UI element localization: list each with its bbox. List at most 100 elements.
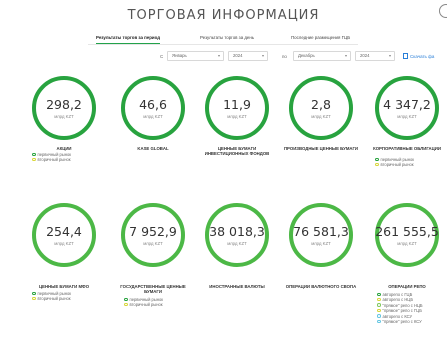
stat-caption: ГОСУДАРСТВЕННЫЕ ЦЕННЫЕ БУМАГИ: [120, 284, 186, 295]
legend-label: первичный рынок: [380, 157, 415, 162]
legend-label: вторичный рынок: [37, 296, 71, 302]
to-label: по: [282, 54, 287, 59]
stat-unit: млрд KZT: [227, 114, 247, 119]
stat-caption: ЦЕННЫЕ БУМАГИ МФО: [38, 284, 90, 289]
legend-label: "прямое" репо с ГЦБ: [382, 308, 422, 314]
chevron-down-icon: ▾: [217, 53, 220, 58]
legend-label: первичный рынок: [37, 291, 72, 296]
stat-ring-corporate-bonds[interactable]: 4 347,2 млрд KZT: [375, 76, 439, 140]
from-year-select[interactable]: 2024 ▾: [228, 51, 268, 61]
circle-icon: [32, 152, 36, 156]
stat-unit: млрд KZT: [227, 241, 247, 246]
to-month-value: Декабрь: [298, 53, 315, 58]
stat-ring-government-securities[interactable]: 7 952,9 млрд KZT: [121, 203, 185, 267]
stat-value: 261 555,5: [375, 224, 439, 239]
download-label: Скачать фа: [410, 54, 435, 59]
chevron-down-icon: ▾: [261, 53, 264, 58]
legend-label: вторичный рынок: [380, 162, 414, 168]
circle-icon: [377, 308, 381, 313]
circle-icon: [124, 302, 128, 307]
stat-value: 7 952,9: [129, 224, 177, 239]
legend-item[interactable]: вторичный рынок: [124, 302, 163, 307]
stat-unit: млрд KZT: [143, 114, 163, 119]
legend-label: вторичный рынок: [37, 157, 71, 163]
from-month-select[interactable]: Январь ▾: [167, 51, 224, 61]
page-title: ТОРГОВАЯ ИНФОРМАЦИЯ: [127, 8, 320, 23]
circle-icon: [32, 296, 36, 301]
legend-label: авторепо с НЦБ: [382, 297, 414, 303]
to-month-select[interactable]: Декабрь ▾: [293, 51, 351, 61]
legend-item[interactable]: вторичный рынок: [375, 162, 414, 167]
tab-period-results[interactable]: Результаты торгов за период: [96, 34, 161, 44]
tab-bar: Результаты торгов за период Результаты т…: [88, 34, 358, 48]
stat-caption: ИНОСТРАННЫЕ ВАЛЮТЫ: [209, 284, 265, 289]
stat-ring-kase-global[interactable]: 46,6 млрд KZT: [121, 76, 185, 140]
stat-caption: АКЦИИ: [56, 146, 72, 151]
stat-value: 4 347,2: [383, 97, 431, 112]
circle-icon: [375, 162, 379, 167]
legend-label: авторепо с КСУ: [382, 313, 413, 319]
circle-icon: [124, 297, 128, 301]
circle-icon: [377, 319, 381, 324]
stat-caption: ПРОИЗВОДНЫЕ ЦЕННЫЕ БУМАГИ: [283, 146, 359, 151]
stat-value: 254,4: [46, 224, 82, 239]
legend-item[interactable]: вторичный рынок: [32, 157, 71, 162]
stat-caption: KASE GLOBAL: [137, 146, 169, 151]
circle-icon: [32, 157, 36, 162]
circle-icon: [32, 291, 36, 295]
circle-icon: [375, 157, 379, 161]
header: ТОРГОВАЯ ИНФОРМАЦИЯ: [0, 0, 447, 36]
stat-caption: ОПЕРАЦИИ ВАЛЮТНОГО СВОПА: [285, 284, 357, 289]
stat-unit: млрд KZT: [143, 241, 163, 246]
stat-value: 46,6: [139, 97, 167, 112]
stat-ring-currency-swap[interactable]: 76 581,3 млрд KZT: [289, 203, 353, 267]
stat-ring-shares[interactable]: 298,2 млрд KZT: [32, 76, 96, 140]
stat-unit: млрд KZT: [54, 241, 74, 246]
stat-ring-foreign-currencies[interactable]: 38 018,3 млрд KZT: [205, 203, 269, 267]
stat-value: 38 018,3: [209, 224, 265, 239]
stat-ring-mfo-securities[interactable]: 254,4 млрд KZT: [32, 203, 96, 267]
period-filter: С Январь ▾ 2024 ▾ по Декабрь ▾ 2024 ▾ Ск…: [0, 51, 447, 65]
legend-label: первичный рынок: [129, 297, 164, 302]
circle-icon: [377, 292, 381, 296]
tab-day-results[interactable]: Результаты торгов за день: [200, 34, 254, 44]
stat-value: 76 581,3: [293, 224, 349, 239]
tab-last-gcb-placements[interactable]: Последние размещения ГЦБ: [291, 34, 350, 44]
stat-unit: млрд KZT: [397, 241, 417, 246]
stat-legend: первичный рынок вторичный рынок: [32, 291, 71, 302]
to-year-value: 2024: [360, 53, 370, 58]
stat-unit: млрд KZT: [311, 241, 331, 246]
to-year-select[interactable]: 2024 ▾: [355, 51, 395, 61]
stat-ring-derivatives[interactable]: 2,8 млрд KZT: [289, 76, 353, 140]
stat-ring-repo[interactable]: 261 555,5 млрд KZT: [375, 203, 439, 267]
chevron-down-icon: ▾: [344, 53, 347, 58]
stat-unit: млрд KZT: [397, 114, 417, 119]
stat-legend: первичный рынок вторичный рынок: [124, 297, 163, 308]
legend-label: "прямое" репо с КСУ: [382, 319, 422, 325]
close-icon[interactable]: [439, 4, 447, 18]
legend-item[interactable]: вторичный рынок: [32, 296, 71, 301]
stat-ring-investment-funds[interactable]: 11,9 млрд KZT: [205, 76, 269, 140]
legend-label: авторепо с ГЦБ: [382, 292, 413, 297]
from-label: С: [160, 54, 164, 59]
tabs-divider: [88, 44, 358, 45]
file-icon: [403, 53, 408, 59]
circle-icon: [377, 297, 381, 302]
download-link[interactable]: Скачать фа: [403, 53, 434, 59]
legend-label: первичный рынок: [37, 152, 72, 157]
circle-icon: [377, 303, 381, 307]
stat-legend: первичный рынок вторичный рынок: [375, 157, 414, 168]
chevron-down-icon: ▾: [388, 53, 391, 58]
stat-caption: ОПЕРАЦИИ РЕПО: [388, 284, 426, 289]
stat-legend: первичный рынок вторичный рынок: [32, 152, 71, 163]
legend-item[interactable]: "прямое" репо с КСУ: [377, 319, 423, 324]
stat-unit: млрд KZT: [311, 114, 331, 119]
stat-legend: авторепо с ГЦБ авторепо с НЦБ "прямое" р…: [377, 292, 423, 324]
stat-caption: КОРПОРАТИВНЫЕ ОБЛИГАЦИИ: [373, 146, 441, 151]
legend-label: "прямое" репо с НЦБ: [382, 302, 423, 308]
legend-label: вторичный рынок: [129, 302, 163, 308]
circle-icon: [377, 314, 381, 318]
stat-value: 2,8: [311, 97, 331, 112]
stat-value: 11,9: [223, 97, 251, 112]
stat-value: 298,2: [46, 97, 82, 112]
